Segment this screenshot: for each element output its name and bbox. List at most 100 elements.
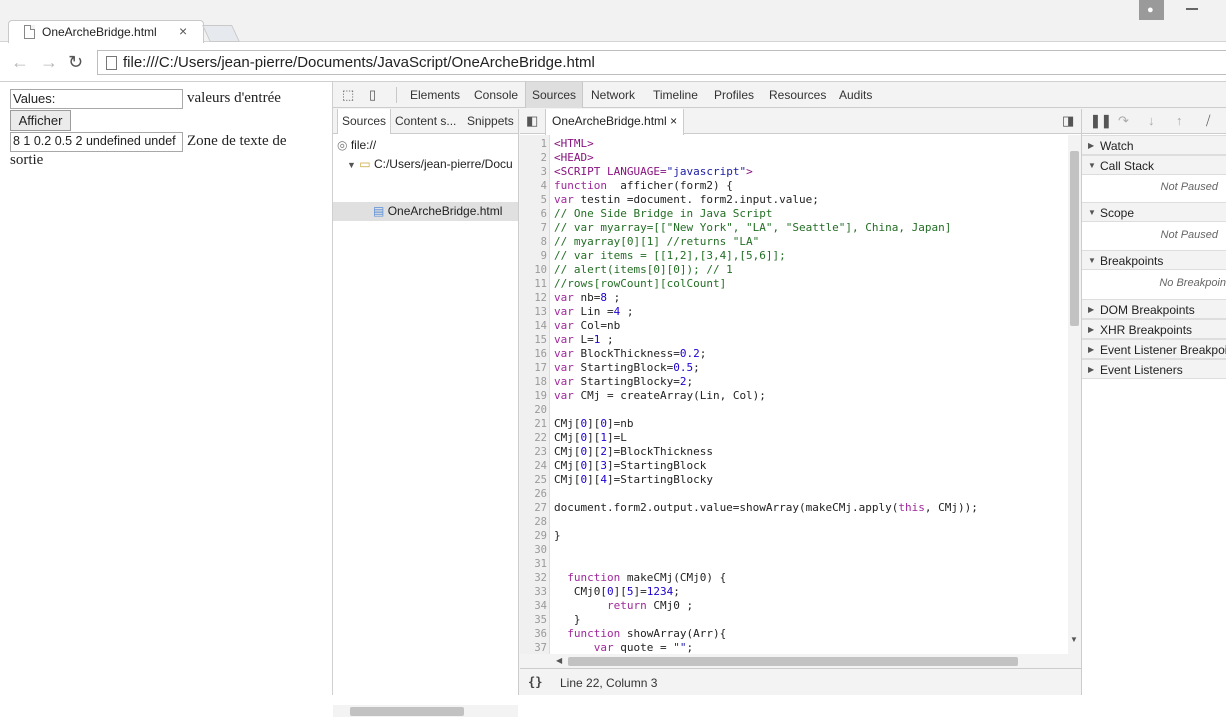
line-number[interactable]: 29: [520, 529, 547, 543]
code-line: document.form2.output.value=showArray(ma…: [554, 501, 978, 515]
editor-file-tab[interactable]: OneArcheBridge.html ×: [545, 109, 685, 135]
line-number[interactable]: 25: [520, 473, 547, 487]
line-number[interactable]: 24: [520, 459, 547, 473]
forward-arrow-icon[interactable]: →: [40, 52, 58, 73]
code-token: ;: [686, 641, 694, 654]
line-number[interactable]: 15: [520, 333, 547, 347]
new-tab-button[interactable]: [202, 25, 240, 42]
line-number[interactable]: 1: [520, 137, 547, 151]
tab-close-icon[interactable]: ×: [179, 23, 187, 39]
line-number[interactable]: 16: [520, 347, 547, 361]
step-over-icon[interactable]: ↷: [1118, 114, 1132, 128]
call-stack-section[interactable]: ▼ Call Stack: [1082, 155, 1226, 175]
tree-item-folder[interactable]: ▼ ▭ C:/Users/jean-pierre/Docu: [347, 155, 518, 174]
line-number[interactable]: 13: [520, 305, 547, 319]
browser-toolbar: ← → ↻ file:///C:/Users/jean-pierre/Docum…: [0, 43, 1226, 82]
tree-item-file-root[interactable]: ◎ file://: [337, 136, 376, 155]
line-number[interactable]: 2: [520, 151, 547, 165]
scroll-down-icon[interactable]: ▼: [1070, 635, 1078, 644]
address-bar[interactable]: file:///C:/Users/jean-pierre/Documents/J…: [97, 50, 1226, 75]
editor-vertical-scrollbar[interactable]: ▼: [1068, 135, 1081, 655]
step-into-icon[interactable]: ↓: [1148, 114, 1162, 128]
line-number[interactable]: 20: [520, 403, 547, 417]
line-number[interactable]: 32: [520, 571, 547, 585]
line-number[interactable]: 35: [520, 613, 547, 627]
navigator-horizontal-scrollbar[interactable]: [333, 705, 518, 717]
line-number[interactable]: 34: [520, 599, 547, 613]
values-input[interactable]: Values:: [10, 89, 183, 109]
line-number[interactable]: 33: [520, 585, 547, 599]
scope-section[interactable]: ▼ Scope: [1082, 202, 1226, 222]
editor-horizontal-scrollbar[interactable]: ◀: [520, 654, 1081, 668]
line-number[interactable]: 3: [520, 165, 547, 179]
tab-audits[interactable]: Audits: [839, 82, 872, 108]
xhr-breakpoints-section[interactable]: ▶ XHR Breakpoints: [1082, 319, 1226, 339]
back-arrow-icon[interactable]: ←: [11, 52, 29, 73]
reload-icon[interactable]: ↻: [68, 52, 83, 73]
breakpoints-section[interactable]: ▼ Breakpoints: [1082, 250, 1226, 270]
line-number[interactable]: 4: [520, 179, 547, 193]
user-profile-button[interactable]: ●: [1139, 0, 1164, 20]
code-line: var nb=8 ;: [554, 291, 620, 305]
scrollbar-thumb[interactable]: [350, 707, 464, 716]
afficher-button[interactable]: Afficher: [10, 110, 71, 131]
html-file-icon: ▤: [373, 204, 385, 218]
dom-breakpoints-section[interactable]: ▶ DOM Breakpoints: [1082, 299, 1226, 319]
pretty-print-icon[interactable]: {}: [528, 675, 542, 689]
tree-item-file[interactable]: ▤ OneArcheBridge.html: [373, 202, 502, 221]
line-number[interactable]: 21: [520, 417, 547, 431]
tab-profiles[interactable]: Profiles: [714, 82, 754, 108]
line-number[interactable]: 30: [520, 543, 547, 557]
minimize-button[interactable]: [1186, 8, 1198, 10]
line-number[interactable]: 37: [520, 641, 547, 655]
pause-icon[interactable]: ❚❚: [1090, 114, 1112, 128]
code-token: ;: [600, 333, 614, 346]
tab-console[interactable]: Console: [474, 82, 518, 108]
toggle-debugger-icon[interactable]: ◨: [1062, 114, 1076, 128]
scroll-left-icon[interactable]: ◀: [556, 656, 562, 665]
line-number[interactable]: 26: [520, 487, 547, 501]
line-number[interactable]: 10: [520, 263, 547, 277]
tab-elements[interactable]: Elements: [410, 82, 460, 108]
device-mode-icon[interactable]: ▯: [369, 88, 383, 102]
line-number[interactable]: 36: [520, 627, 547, 641]
close-icon[interactable]: ×: [670, 114, 677, 128]
line-number[interactable]: 31: [520, 557, 547, 571]
event-listeners-section[interactable]: ▶ Event Listeners: [1082, 359, 1226, 379]
output-textbox[interactable]: 8 1 0.2 0.5 2 undefined undef: [10, 132, 183, 152]
scrollbar-thumb[interactable]: [1070, 151, 1079, 326]
inspect-element-icon[interactable]: ⬚: [342, 88, 356, 102]
watch-section[interactable]: ▶ Watch: [1082, 135, 1226, 155]
line-number[interactable]: 11: [520, 277, 547, 291]
line-number[interactable]: 14: [520, 319, 547, 333]
line-number[interactable]: 22: [520, 431, 547, 445]
page-icon: [24, 25, 35, 39]
tab-resources[interactable]: Resources: [769, 82, 826, 108]
tab-snippets[interactable]: Snippets: [467, 109, 514, 134]
line-number[interactable]: 18: [520, 375, 547, 389]
line-number[interactable]: 5: [520, 193, 547, 207]
code-area[interactable]: 1 2 3 4 5 6 7 8 9 10 11 12 13 14 15 16 17 18 19 20 21 22 23 24 2…: [520, 135, 1068, 655]
step-out-icon[interactable]: ↑: [1176, 114, 1190, 128]
code-line: // One Side Bridge in Java Script: [554, 207, 773, 221]
tab-content-scripts[interactable]: Content s...: [395, 109, 456, 134]
line-number[interactable]: 27: [520, 501, 547, 515]
line-number[interactable]: 23: [520, 445, 547, 459]
line-number[interactable]: 6: [520, 207, 547, 221]
tab-timeline[interactable]: Timeline: [653, 82, 698, 108]
line-number[interactable]: 8: [520, 235, 547, 249]
toggle-navigator-icon[interactable]: ◧: [526, 114, 540, 128]
tab-network[interactable]: Network: [591, 82, 635, 108]
line-number[interactable]: 19: [520, 389, 547, 403]
line-number[interactable]: 12: [520, 291, 547, 305]
tab-sources-files[interactable]: Sources: [337, 109, 392, 134]
tab-sources[interactable]: Sources: [525, 82, 584, 108]
browser-tab[interactable]: OneArcheBridge.html ×: [8, 20, 204, 43]
deactivate-breakpoints-icon[interactable]: ⧸: [1206, 114, 1220, 128]
scrollbar-thumb[interactable]: [568, 657, 1018, 666]
event-listener-breakpoints-section[interactable]: ▶ Event Listener Breakpoir: [1082, 339, 1226, 359]
line-number[interactable]: 28: [520, 515, 547, 529]
line-number[interactable]: 7: [520, 221, 547, 235]
line-number[interactable]: 17: [520, 361, 547, 375]
line-number[interactable]: 9: [520, 249, 547, 263]
